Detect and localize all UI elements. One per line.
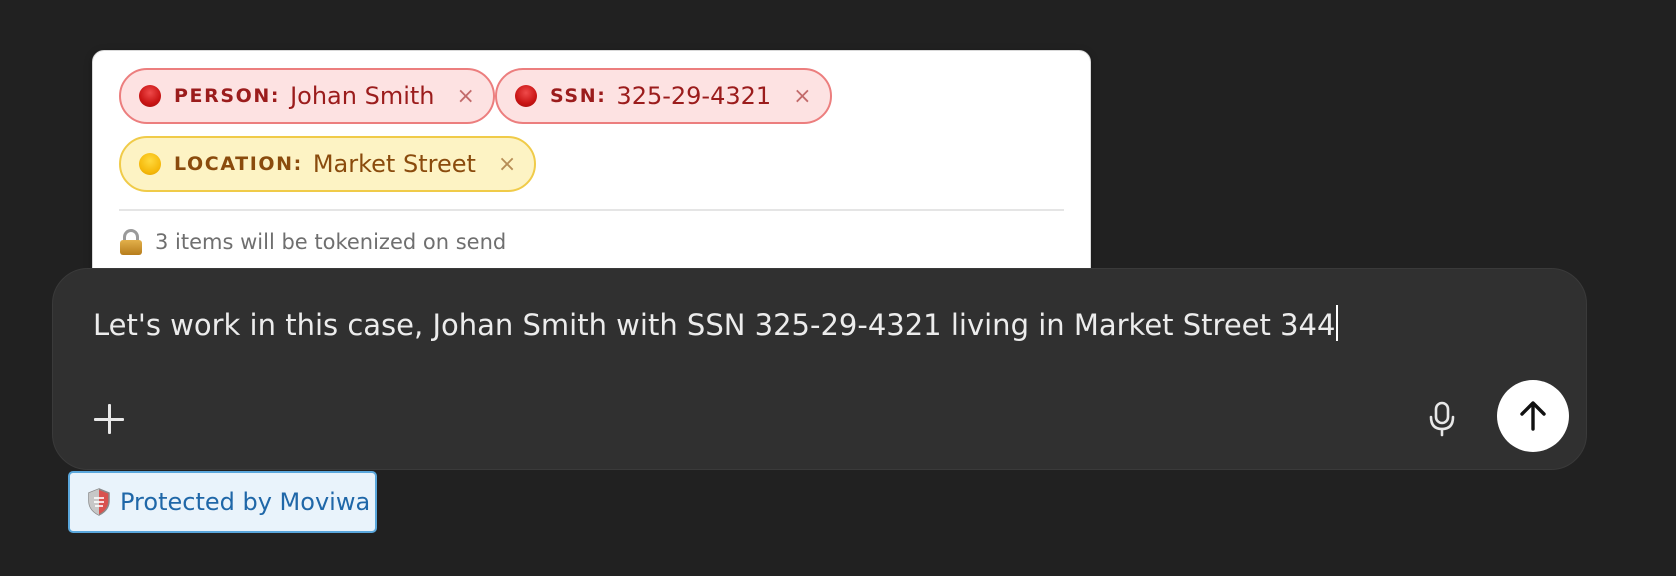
popover-divider	[119, 209, 1064, 211]
close-icon[interactable]: ×	[793, 84, 811, 109]
message-composer: Let's work in this case, Johan Smith wit…	[52, 268, 1587, 470]
message-input[interactable]: Let's work in this case, Johan Smith wit…	[93, 305, 1339, 342]
close-icon[interactable]: ×	[498, 152, 516, 177]
chip-person[interactable]: PERSON: Johan Smith ×	[119, 68, 495, 124]
chip-type-label: PERSON:	[174, 85, 281, 107]
text-caret	[1336, 305, 1339, 341]
chip-value: Johan Smith	[290, 82, 435, 110]
add-attachment-button[interactable]	[87, 397, 131, 441]
shield-icon	[88, 488, 110, 516]
lock-icon	[119, 228, 143, 256]
chip-type-label: SSN:	[550, 85, 607, 107]
message-input-text: Let's work in this case, Johan Smith wit…	[93, 308, 1336, 342]
tokenize-note: 3 items will be tokenized on send	[119, 228, 506, 256]
yellow-dot-icon	[139, 153, 161, 175]
red-dot-icon	[515, 85, 537, 107]
microphone-icon	[1429, 401, 1455, 437]
chip-ssn[interactable]: SSN: 325-29-4321 ×	[495, 68, 832, 124]
voice-input-button[interactable]	[1418, 395, 1466, 443]
protection-badge-label: Protected by Moviwa	[120, 488, 371, 516]
close-icon[interactable]: ×	[457, 84, 475, 109]
chip-location[interactable]: LOCATION: Market Street ×	[119, 136, 537, 192]
send-button[interactable]	[1497, 380, 1569, 452]
chip-value: Market Street	[312, 150, 476, 178]
protection-badge[interactable]: Protected by Moviwa	[68, 471, 377, 533]
pii-detection-popover: PERSON: Johan Smith × SSN: 325-29-4321 ×…	[92, 50, 1091, 281]
chip-type-label: LOCATION:	[174, 153, 303, 175]
tokenize-note-text: 3 items will be tokenized on send	[155, 230, 507, 254]
arrow-up-icon	[1520, 401, 1546, 431]
chip-value: 325-29-4321	[616, 82, 772, 110]
red-dot-icon	[139, 85, 161, 107]
